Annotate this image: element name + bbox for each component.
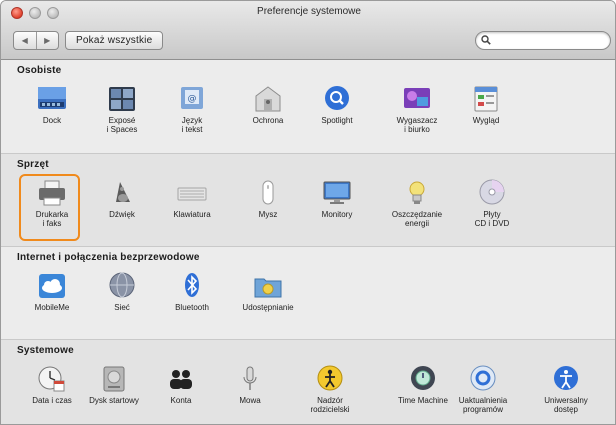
svg-text:@: @ [188,94,197,104]
keyboard-icon [177,187,207,201]
pane-security[interactable]: Ochrona [235,82,301,148]
pane-label: Dysk startowy [89,396,139,405]
pane-bluetooth[interactable]: Bluetooth [159,269,225,335]
pane-sound[interactable]: Dźwięk [89,176,155,242]
network-icon [109,272,135,298]
pane-label: Wygaszacz i biurko [396,116,438,134]
mobileme-icon [39,274,65,298]
pane-label: Oszczędzanie energii [391,210,443,228]
pane-label: Płyty CD i DVD [474,210,510,228]
forward-button[interactable]: ▶ [35,32,59,49]
pane-label: Time Machine [398,396,448,405]
pane-expose-spaces[interactable]: Exposé i Spaces [89,82,155,148]
desktop-screensaver-icon [404,88,430,108]
section-title: Sprzęt [17,159,49,170]
displays-icon [323,181,351,204]
pane-speech[interactable]: Mowa [217,362,283,424]
pane-time-machine[interactable]: Time Machine [390,362,456,424]
speech-icon [243,366,257,390]
pane-cd-dvd[interactable]: Płyty CD i DVD [459,176,525,242]
pane-software-update[interactable]: Uaktualnienia programów [450,362,516,424]
pane-universal-access[interactable]: Uniwersalny dostęp [533,362,599,424]
sound-icon [116,182,130,202]
window-title: Preferencje systemowe [257,6,361,17]
universal-access-icon [554,366,578,390]
pane-label: Ochrona [252,116,284,125]
accounts-icon [170,370,192,389]
pane-label: Mowa [239,396,261,405]
language-text-icon: @ [181,87,203,109]
title-bar: Preferencje systemowe ◀ ▶ Pokaż wszystki… [1,1,615,60]
pane-parental-controls[interactable]: Nadzór rodzicielski [297,362,363,424]
parental-controls-icon [317,365,343,391]
pane-energy-saver[interactable]: Oszczędzanie energii [384,176,450,242]
pane-label: Wygląd [472,116,500,125]
startup-disk-icon [103,366,125,392]
show-all-button[interactable]: Pokaż wszystkie [65,31,164,50]
section-title: Systemowe [17,345,74,356]
cd-dvd-icon [479,179,505,205]
search-field[interactable] [475,31,611,50]
software-update-icon [470,365,496,391]
pane-date-time[interactable]: Data i czas [19,362,85,424]
pane-startup-disk[interactable]: Dysk startowy [81,362,147,424]
dock-icon [38,87,66,109]
pane-label: Sieć [114,303,130,312]
search-input[interactable] [494,34,602,47]
pane-label: Uaktualnienia programów [458,396,508,414]
bluetooth-icon [185,273,199,297]
pane-label: Język i tekst [181,116,203,134]
pane-label: Uniwersalny dostęp [544,396,588,414]
time-machine-icon [411,366,435,390]
sharing-icon [254,278,282,298]
section-title: Osobiste [17,65,62,76]
pane-mouse[interactable]: Mysz [235,176,301,242]
system-preferences-window: Preferencje systemowe ◀ ▶ Pokaż wszystki… [0,0,616,425]
navigation-segment: ◀ ▶ [13,31,59,50]
pane-label: Nadzór rodzicielski [310,396,350,414]
pane-dock[interactable]: Dock [19,82,85,148]
pane-accounts[interactable]: Konta [148,362,214,424]
pane-label: Bluetooth [175,303,209,312]
selection-highlight [19,174,80,241]
pane-label: Exposé i Spaces [106,116,138,134]
section-personal: Osobiste Dock Exposé i Spaces @ Język i … [1,60,615,153]
spotlight-icon [325,86,349,110]
pane-label: MobileMe [34,303,70,312]
security-icon [255,86,281,112]
pane-language-text[interactable]: @ Język i tekst [159,82,225,148]
section-hardware: Sprzęt Drukarka i faks Dźwięk Klawiatura… [1,153,615,246]
back-button[interactable]: ◀ [14,32,36,49]
pane-desktop-screensaver[interactable]: Wygaszacz i biurko [384,82,450,148]
appearance-icon [474,86,498,112]
pane-keyboard[interactable]: Klawiatura [159,176,225,242]
pane-network[interactable]: Sieć [89,269,155,335]
section-internet-wireless: Internet i połączenia bezprzewodowe Mobi… [1,246,615,339]
energy-saver-icon [409,181,425,204]
search-icon [481,35,491,45]
pane-label: Spotlight [321,116,353,125]
section-title: Internet i połączenia bezprzewodowe [17,252,200,263]
pane-label: Klawiatura [173,210,211,219]
pane-appearance[interactable]: Wygląd [453,82,519,148]
date-time-icon [38,366,65,392]
pane-displays[interactable]: Monitory [304,176,370,242]
pane-label: Konta [170,396,192,405]
section-system: Systemowe Data i czas Dysk startowy Kont… [1,339,615,424]
expose-spaces-icon [109,87,135,111]
mouse-icon [262,180,274,205]
pane-sharing[interactable]: Udostępnianie [235,269,301,335]
pane-mobileme[interactable]: MobileMe [19,269,85,335]
pane-label: Monitory [321,210,353,219]
pane-label: Dźwięk [109,210,135,219]
pane-label: Udostępnianie [242,303,294,312]
pane-label: Mysz [258,210,278,219]
pane-label: Dock [42,116,62,125]
pane-spotlight[interactable]: Spotlight [304,82,370,148]
pane-label: Data i czas [32,396,72,405]
